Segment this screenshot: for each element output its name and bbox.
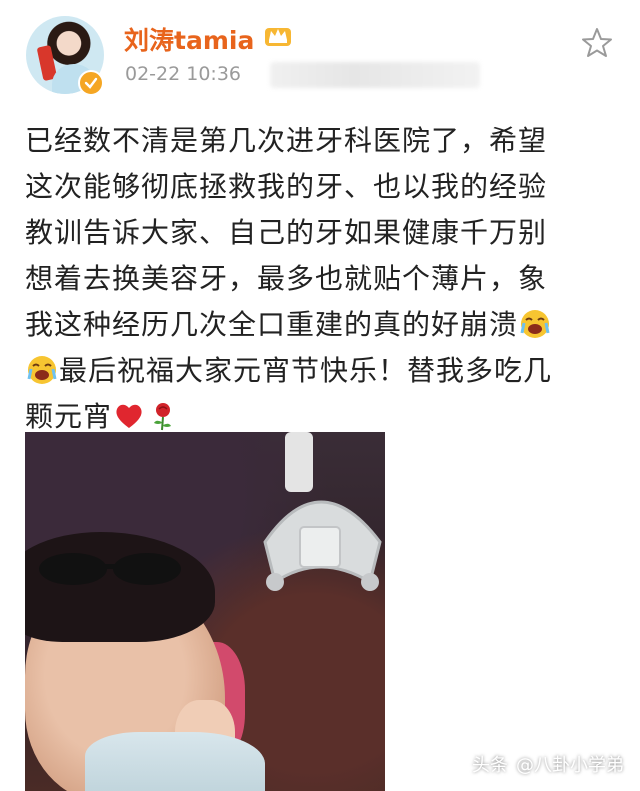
vip-crown-icon [265,28,291,46]
post-line: 最后祝福大家元宵节快乐！替我多吃几 [59,354,553,387]
post-body: 已经数不清是第几次进牙科医院了，希望 这次能够彻底拯救我的牙、也以我的经验 教训… [25,118,625,440]
rose-icon [154,403,172,431]
blurred-source-text [270,62,480,88]
star-icon[interactable] [580,26,614,60]
sunglasses [39,553,181,585]
username[interactable]: 刘涛tamia [124,21,254,57]
post-header: 刘涛tamia 02-22 10:36 [0,0,640,110]
post-line: 颗元宵 [25,400,113,433]
post-line-with-emoji: 最后祝福大家元宵节快乐！替我多吃几 [25,348,625,394]
watermark: 头条 @八卦小学弟 [472,751,624,777]
crying-emoji-icon [520,310,550,338]
post-line: 这次能够彻底拯救我的牙、也以我的经验 [25,170,548,203]
towel [85,732,265,791]
post-timestamp: 02-22 10:36 [125,63,242,85]
dental-lamp [263,432,382,591]
verified-badge-icon [78,70,104,96]
post-photo[interactable] [25,432,385,791]
watermark-brand: 头条 [472,755,508,776]
post-line: 已经数不清是第几次进牙科医院了，希望 [25,124,548,157]
post-line: 想着去换美容牙，最多也就贴个薄片，象 [25,262,548,295]
post-line: 教训告诉大家、自己的牙如果健康千万别 [25,216,548,249]
post-line: 我这种经历几次全口重建的真的好崩溃 [25,308,519,341]
crying-emoji-icon [27,356,57,384]
post-line-with-emoji: 我这种经历几次全口重建的真的好崩溃 [25,302,625,348]
watermark-handle: @八卦小学弟 [516,755,624,776]
heart-icon [116,404,142,428]
